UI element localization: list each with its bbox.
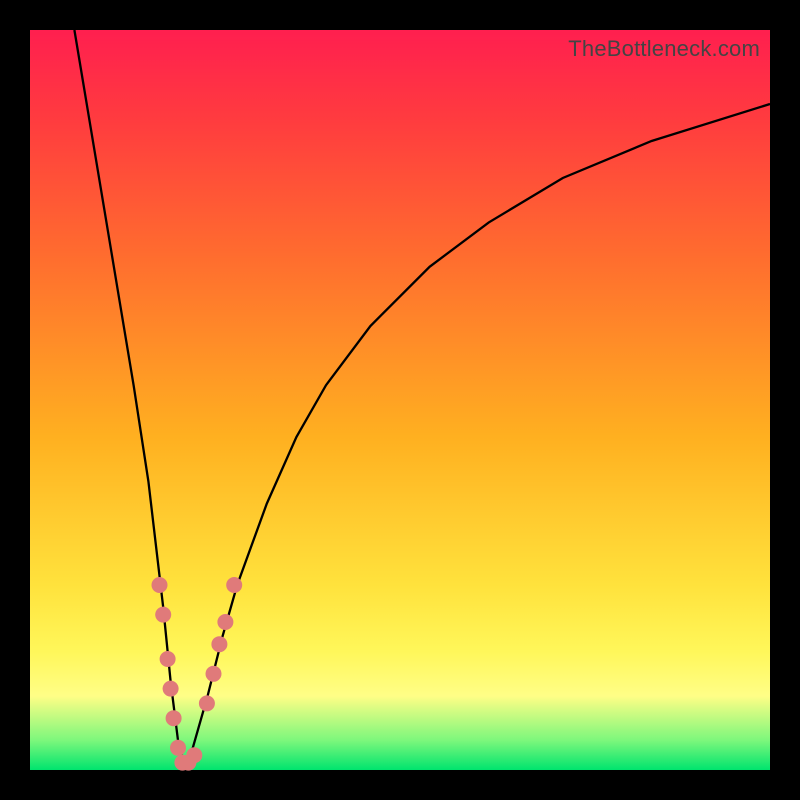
chart-frame: TheBottleneck.com [0, 0, 800, 800]
data-point [206, 666, 222, 682]
data-points [152, 577, 243, 771]
plot-area: TheBottleneck.com [30, 30, 770, 770]
data-point [160, 651, 176, 667]
data-point [199, 695, 215, 711]
data-point [186, 747, 202, 763]
data-point [163, 681, 179, 697]
data-point [226, 577, 242, 593]
data-point [211, 636, 227, 652]
data-point [170, 740, 186, 756]
data-point [155, 607, 171, 623]
bottleneck-curve [74, 30, 770, 770]
data-point [217, 614, 233, 630]
data-point [152, 577, 168, 593]
curve-layer [30, 30, 770, 770]
data-point [166, 710, 182, 726]
